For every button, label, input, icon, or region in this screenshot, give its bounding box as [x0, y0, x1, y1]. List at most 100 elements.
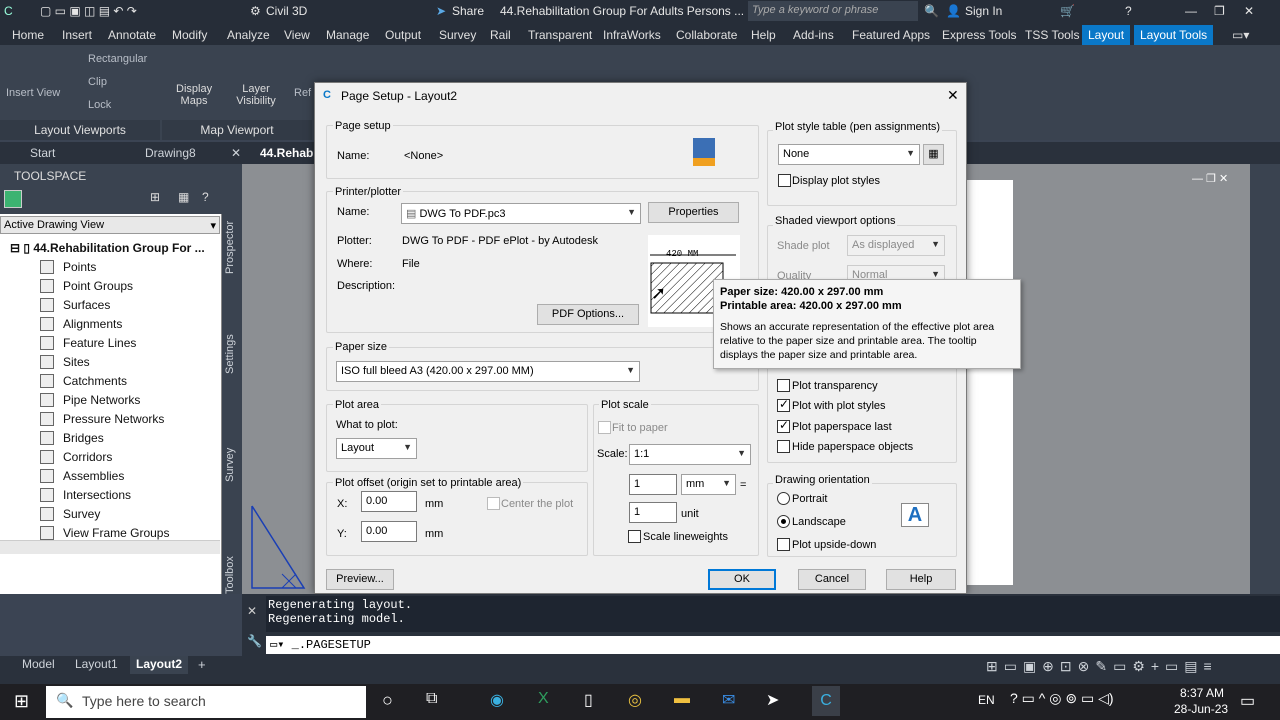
printer-select[interactable]: ▤ DWG To PDF.pc3 ▼: [401, 203, 641, 224]
scale-lineweights-checkbox[interactable]: [628, 530, 641, 543]
map-viewport-panel[interactable]: Map Viewport: [162, 120, 312, 140]
scale-drawing-units-input[interactable]: 1: [629, 502, 677, 523]
lock-button[interactable]: Lock: [88, 99, 111, 111]
landscape-radio[interactable]: [777, 515, 790, 528]
tree-item-points[interactable]: Points: [63, 260, 96, 274]
clock-date[interactable]: 28-Jun-23: [1174, 702, 1228, 716]
prospector-icon[interactable]: [4, 190, 22, 208]
share-icon[interactable]: ➤: [436, 4, 446, 18]
tree-view-icon[interactable]: ⊞: [150, 190, 160, 204]
tab-layout-tools[interactable]: Layout Tools: [1134, 25, 1214, 45]
tab-prospector[interactable]: Prospector: [224, 221, 236, 274]
close-command-icon[interactable]: ✕: [247, 604, 257, 618]
tab-tss-tools[interactable]: TSS Tools: [1025, 28, 1079, 42]
ref-button[interactable]: Ref: [294, 87, 311, 99]
tree-root[interactable]: ⊟ ▯ 44.Rehabilitation Group For ...: [10, 241, 205, 255]
plot-paperspace-last-checkbox[interactable]: [777, 418, 790, 433]
taskbar-search-input[interactable]: 🔍 Type here to search: [46, 686, 366, 718]
help-icon[interactable]: ?: [1125, 4, 1132, 18]
excel-icon[interactable]: X: [538, 690, 549, 708]
tree-item-intersections[interactable]: Intersections: [63, 488, 131, 502]
tab-layout[interactable]: Layout: [1082, 25, 1131, 45]
command-input[interactable]: ▭▾ _.PAGESETUP: [266, 636, 1280, 654]
tab-analyze[interactable]: Analyze: [227, 28, 270, 42]
tab-featured-apps[interactable]: Featured Apps: [852, 28, 930, 42]
layout-viewports-panel[interactable]: Layout Viewports: [0, 120, 160, 140]
workspace-name[interactable]: Civil 3D: [266, 4, 307, 18]
center-plot-checkbox[interactable]: [487, 497, 500, 510]
tree-item-surfaces[interactable]: Surfaces: [63, 298, 110, 312]
plot-transparency-checkbox[interactable]: [777, 379, 790, 392]
tree-item-bridges[interactable]: Bridges: [63, 431, 104, 445]
tree-item-view-frame-groups[interactable]: View Frame Groups: [63, 526, 169, 540]
tab-collaborate[interactable]: Collaborate: [676, 28, 737, 42]
tab-current-drawing[interactable]: 44.Rehabi: [260, 146, 317, 160]
clock-time[interactable]: 8:37 AM: [1180, 686, 1224, 700]
search-icon[interactable]: 🔍: [924, 4, 939, 18]
edit-plot-style-button[interactable]: ▦: [923, 144, 944, 165]
y-offset-input[interactable]: 0.00: [361, 521, 417, 542]
user-icon[interactable]: 👤: [946, 4, 961, 18]
tab-model[interactable]: Model: [22, 657, 55, 671]
paper-size-select[interactable]: ISO full bleed A3 (420.00 x 297.00 MM) ▼: [336, 361, 640, 382]
wrench-icon[interactable]: 🔧: [247, 634, 262, 648]
help-icon[interactable]: ?: [202, 190, 209, 204]
edge-icon[interactable]: ◉: [490, 690, 504, 710]
app-logo-icon[interactable]: C: [4, 4, 13, 18]
tab-home[interactable]: Home: [12, 28, 44, 42]
ok-button[interactable]: OK: [708, 569, 776, 590]
cart-icon[interactable]: 🛒: [1060, 4, 1075, 18]
tab-output[interactable]: Output: [385, 28, 421, 42]
scale-units-select[interactable]: mm ▼: [681, 474, 736, 495]
workspace-icon[interactable]: ⚙: [250, 4, 261, 18]
task-view-icon[interactable]: ⧉: [426, 690, 437, 708]
notifications-icon[interactable]: ▭: [1240, 691, 1255, 711]
chrome-icon[interactable]: ◎: [628, 690, 642, 710]
pdf-options-button[interactable]: PDF Options...: [537, 304, 639, 325]
properties-button[interactable]: Properties: [648, 202, 739, 223]
tree-item-feature-lines[interactable]: Feature Lines: [63, 336, 136, 350]
rectangular-button[interactable]: Rectangular: [88, 53, 147, 65]
tab-drawing8[interactable]: Drawing8: [145, 146, 196, 160]
upside-down-checkbox[interactable]: [777, 538, 790, 551]
viewport-controls-icon[interactable]: — ❐ ✕: [1192, 172, 1228, 185]
dialog-close-icon[interactable]: ✕: [947, 87, 959, 104]
tree-item-pipe-networks[interactable]: Pipe Networks: [63, 393, 140, 407]
status-toggle-icons[interactable]: ⊞▭▣⊕⊡⊗✎▭⚙+▭▤≡: [986, 658, 1218, 675]
display-maps-button[interactable]: Display Maps: [176, 83, 212, 107]
tab-view[interactable]: View: [284, 28, 310, 42]
outlook-icon[interactable]: ✉: [722, 690, 735, 710]
sign-in-link[interactable]: Sign In: [965, 4, 1002, 18]
tree-item-catchments[interactable]: Catchments: [63, 374, 127, 388]
tab-annotate[interactable]: Annotate: [108, 28, 156, 42]
fit-to-paper-checkbox[interactable]: [598, 421, 611, 434]
plot-style-select[interactable]: None ▼: [778, 144, 920, 165]
tab-rail[interactable]: Rail: [490, 28, 511, 42]
help-button[interactable]: Help: [886, 569, 956, 590]
tab-survey-side[interactable]: Survey: [224, 448, 236, 482]
keyword-search-input[interactable]: Type a keyword or phrase: [748, 1, 918, 21]
tab-insert[interactable]: Insert: [62, 28, 92, 42]
tab-layout1[interactable]: Layout1: [75, 657, 118, 671]
what-to-plot-select[interactable]: Layout ▼: [336, 438, 417, 459]
quick-access-icons[interactable]: ▢ ▭ ▣ ◫ ▤ ↶ ↷: [40, 4, 137, 18]
tab-toolbox[interactable]: Toolbox: [224, 556, 236, 594]
shade-plot-select[interactable]: As displayed ▼: [847, 235, 945, 256]
portrait-radio[interactable]: [777, 492, 790, 505]
scale-paper-units-input[interactable]: 1: [629, 474, 677, 495]
display-plot-styles-checkbox[interactable]: [778, 174, 791, 187]
grid-view-icon[interactable]: ▦: [178, 190, 189, 204]
tree-item-point-groups[interactable]: Point Groups: [63, 279, 133, 293]
scale-select[interactable]: 1:1 ▼: [629, 444, 751, 465]
tab-add-ins[interactable]: Add-ins: [793, 28, 834, 42]
insert-view-button[interactable]: Insert View: [6, 87, 60, 99]
close-icon[interactable]: ✕: [1244, 4, 1254, 18]
tab-modify[interactable]: Modify: [172, 28, 207, 42]
ribbon-toggle-icon[interactable]: ▭▾: [1232, 28, 1249, 42]
tab-survey[interactable]: Survey: [439, 28, 476, 42]
tab-start[interactable]: Start: [30, 146, 55, 160]
tab-manage[interactable]: Manage: [326, 28, 369, 42]
tree-item-survey[interactable]: Survey: [63, 507, 100, 521]
hide-paperspace-checkbox[interactable]: [777, 440, 790, 453]
tree-item-sites[interactable]: Sites: [63, 355, 90, 369]
